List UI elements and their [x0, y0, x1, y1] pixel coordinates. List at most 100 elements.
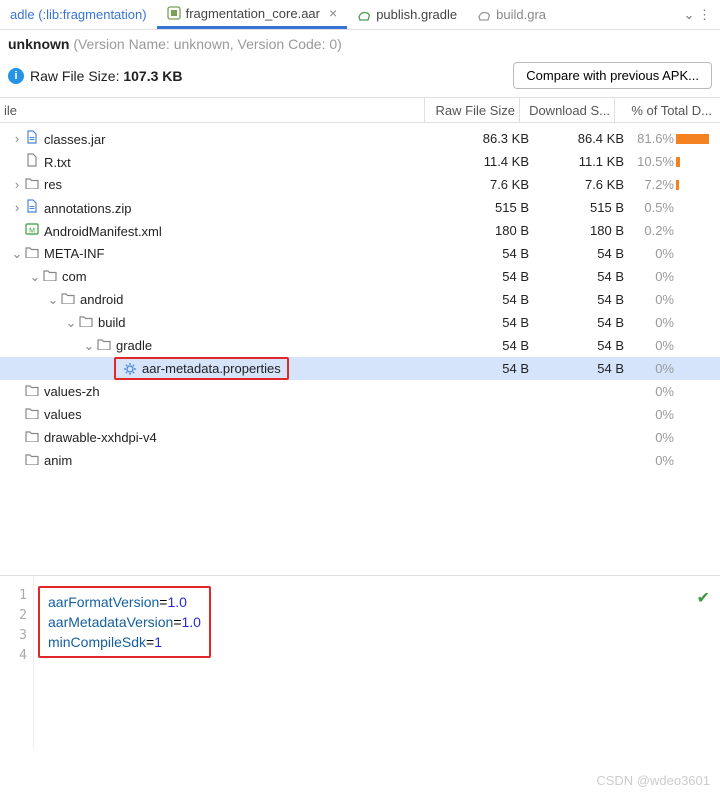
tabs-overflow[interactable]: ⌄ ⋮ — [675, 7, 720, 23]
file-name: anim — [44, 453, 72, 468]
pct-bar — [676, 316, 716, 330]
chevron-icon[interactable]: ⌄ — [28, 269, 42, 285]
pct-bar — [676, 178, 716, 192]
folder-icon — [24, 430, 40, 442]
tabs-bar: adle (:lib:fragmentation) fragmentation_… — [0, 0, 720, 30]
file-name: values-zh — [44, 384, 100, 399]
raw-size: 54 B — [434, 361, 529, 376]
download-size: 54 B — [529, 315, 624, 330]
table-row[interactable]: ⌄META-INF54 B54 B0% — [0, 242, 720, 265]
download-size: 86.4 KB — [529, 131, 624, 146]
raw-size: 515 B — [434, 200, 529, 215]
pct-bar — [676, 224, 716, 238]
file-name: gradle — [116, 338, 152, 353]
editor-code[interactable]: aarFormatVersion=1.0aarMetadataVersion=1… — [34, 576, 720, 748]
apk-name: unknown — [8, 36, 69, 52]
editor-gutter: 1234 — [0, 576, 34, 748]
download-size: 54 B — [529, 269, 624, 284]
table-row[interactable]: aar-metadata.properties54 B54 B0% — [0, 357, 720, 380]
pct-value: 0% — [624, 292, 674, 307]
chevron-icon[interactable]: ⌄ — [64, 315, 78, 331]
chevron-icon[interactable]: ⌄ — [82, 338, 96, 354]
table-row[interactable]: ⌄android54 B54 B0% — [0, 288, 720, 311]
table-row[interactable]: ›annotations.zip515 B515 B0.5% — [0, 196, 720, 219]
gradle-icon — [477, 8, 491, 22]
folder-icon — [78, 315, 94, 327]
table-row[interactable]: ›res7.6 KB7.6 KB7.2% — [0, 173, 720, 196]
table-row[interactable]: ⌄gradle54 B54 B0% — [0, 334, 720, 357]
table-row[interactable]: ›classes.jar86.3 KB86.4 KB81.6% — [0, 127, 720, 150]
file-name: values — [44, 407, 82, 422]
file-name: com — [62, 269, 87, 284]
more-icon: ⋮ — [698, 7, 712, 22]
pct-bar — [676, 293, 716, 307]
col-raw-size[interactable]: Raw File Size — [425, 98, 520, 122]
tab-label: fragmentation_core.aar — [186, 6, 320, 21]
folder-icon — [24, 407, 40, 419]
pct-bar — [676, 201, 716, 215]
file-name: drawable-xxhdpi-v4 — [44, 430, 157, 445]
pct-bar — [676, 270, 716, 284]
file-name: android — [80, 292, 123, 307]
xml-icon: M — [24, 222, 40, 236]
pct-bar — [676, 454, 716, 468]
folder-icon — [24, 246, 40, 258]
download-size: 7.6 KB — [529, 177, 624, 192]
col-download-size[interactable]: Download S... — [520, 98, 615, 122]
file-name: AndroidManifest.xml — [44, 224, 162, 239]
highlighted-code-box: aarFormatVersion=1.0aarMetadataVersion=1… — [38, 586, 211, 658]
raw-size: 54 B — [434, 315, 529, 330]
watermark: CSDN @wdeo3601 — [596, 773, 710, 788]
close-icon[interactable]: × — [329, 5, 337, 21]
table-row[interactable]: ⌄build54 B54 B0% — [0, 311, 720, 334]
tab-label: publish.gradle — [376, 7, 457, 22]
pct-value: 0% — [624, 407, 674, 422]
gradle-icon — [357, 8, 371, 22]
file-name: build — [98, 315, 125, 330]
chevron-icon[interactable]: › — [10, 177, 24, 192]
table-row[interactable]: values 0% — [0, 403, 720, 426]
compare-apk-button[interactable]: Compare with previous APK... — [513, 62, 712, 89]
folder-icon — [24, 453, 40, 465]
apk-info-line: unknown (Version Name: unknown, Version … — [0, 30, 720, 58]
table-row[interactable]: ⌄com54 B54 B0% — [0, 265, 720, 288]
col-pct[interactable]: % of Total D... — [615, 98, 720, 122]
file-tree: ›classes.jar86.3 KB86.4 KB81.6%R.txt11.4… — [0, 123, 720, 472]
pct-value: 0% — [624, 453, 674, 468]
table-row[interactable]: anim 0% — [0, 449, 720, 472]
tab-label: build.gra — [496, 7, 546, 22]
table-row[interactable]: MAndroidManifest.xml180 B180 B0.2% — [0, 219, 720, 242]
download-size: 54 B — [529, 292, 624, 307]
col-file[interactable]: ile — [0, 98, 425, 122]
pct-value: 0% — [624, 246, 674, 261]
pct-value: 0.2% — [624, 223, 674, 238]
pct-value: 0.5% — [624, 200, 674, 215]
tab-fragmentation-core[interactable]: fragmentation_core.aar × — [157, 0, 348, 29]
download-size: 54 B — [529, 361, 624, 376]
tab-fragmentation[interactable]: adle (:lib:fragmentation) — [0, 0, 157, 29]
pct-value: 7.2% — [624, 177, 674, 192]
pct-value: 0% — [624, 315, 674, 330]
tab-publish-gradle[interactable]: publish.gradle — [347, 0, 467, 29]
table-row[interactable]: R.txt11.4 KB11.1 KB10.5% — [0, 150, 720, 173]
tab-build-gradle[interactable]: build.gra — [467, 0, 556, 29]
download-size: 54 B — [529, 338, 624, 353]
table-row[interactable]: values-zh0% — [0, 380, 720, 403]
file-blue-icon — [24, 199, 40, 213]
apk-size-line: i Raw File Size: 107.3 KB Compare with p… — [0, 58, 720, 97]
file-name: res — [44, 177, 62, 192]
chevron-icon[interactable]: ⌄ — [46, 292, 60, 308]
file-name: aar-metadata.properties — [142, 361, 281, 376]
raw-size-value: 107.3 KB — [123, 68, 182, 84]
chevron-icon[interactable]: ⌄ — [10, 246, 24, 262]
tab-label: adle (:lib:fragmentation) — [10, 7, 147, 22]
download-size: 54 B — [529, 246, 624, 261]
table-row[interactable]: drawable-xxhdpi-v40% — [0, 426, 720, 449]
chevron-icon[interactable]: › — [10, 200, 24, 215]
raw-size: 180 B — [434, 223, 529, 238]
file-blue-icon — [24, 130, 40, 144]
folder-icon — [96, 338, 112, 350]
folder-icon — [42, 269, 58, 281]
pct-value: 10.5% — [624, 154, 674, 169]
chevron-icon[interactable]: › — [10, 131, 24, 146]
